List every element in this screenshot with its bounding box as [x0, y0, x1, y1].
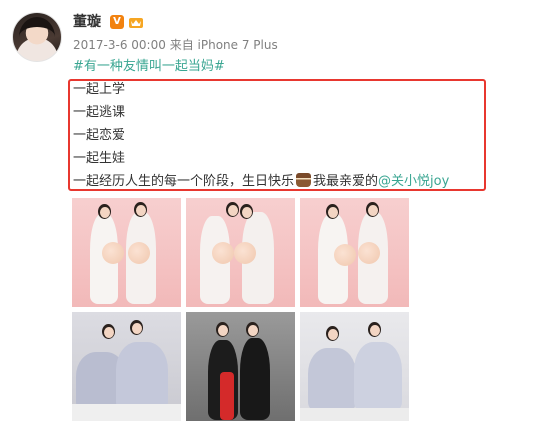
post-source: 来自 iPhone 7 Plus: [169, 38, 278, 52]
avatar[interactable]: [12, 12, 62, 62]
photo-thumbnail-3[interactable]: [300, 198, 409, 307]
post-text-line-last: 一起经历人生的每一个阶段，生日快乐 我最亲爱的@关小悦joy: [73, 173, 449, 191]
user-mention-link[interactable]: @关小悦joy: [378, 174, 449, 189]
photo-thumbnail-4[interactable]: [72, 312, 181, 421]
post-text-fragment: 我最亲爱的: [313, 174, 379, 189]
photo-thumbnail-5[interactable]: [186, 312, 295, 421]
photo-thumbnail-1[interactable]: [72, 198, 181, 307]
author-name[interactable]: 董璇: [73, 13, 101, 31]
post-text-line: 一起逃课: [73, 105, 126, 120]
post-meta: 2017-3-6 00:00 来自 iPhone 7 Plus: [73, 37, 278, 53]
post-text-line: 一起恋爱: [73, 128, 126, 143]
post-timestamp[interactable]: 2017-3-6 00:00: [73, 38, 166, 52]
post-text-line: 一起生娃: [73, 151, 126, 166]
post-text-fragment: 一起经历人生的每一个阶段，生日快乐: [73, 174, 295, 189]
verified-badge-icon: V: [110, 15, 124, 29]
photo-thumbnail-2[interactable]: [186, 198, 295, 307]
cake-emoji-icon: [296, 173, 312, 187]
photo-thumbnail-6[interactable]: [300, 312, 409, 421]
post-text-line: 一起上学: [73, 82, 126, 97]
member-crown-icon: [129, 18, 143, 28]
topic-hashtag[interactable]: #有一种友情叫一起当妈#: [73, 58, 225, 76]
